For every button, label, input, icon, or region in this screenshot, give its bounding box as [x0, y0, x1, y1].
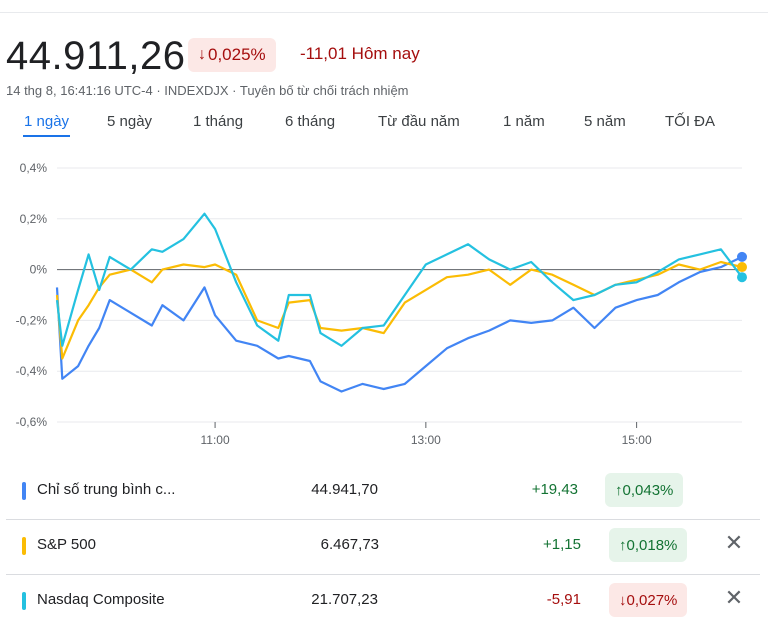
- compare-percent-badge: ↓ 0,027%: [609, 583, 688, 617]
- arrow-down-icon: ↓: [198, 46, 206, 63]
- remove-compare-button[interactable]: ✕: [722, 531, 746, 555]
- compare-name: S&P 500: [37, 536, 96, 553]
- tab-1-day[interactable]: 1 ngày: [22, 113, 71, 137]
- series-end-dot-dow-jones: [737, 251, 747, 262]
- tab-6-months[interactable]: 6 tháng: [285, 113, 335, 130]
- compare-change: +19,43: [531, 481, 578, 498]
- compare-row[interactable]: Nasdaq Composite 21.707,23 -5,91 ↓ 0,027…: [0, 574, 768, 629]
- arrow-down-icon: ↓: [619, 591, 627, 609]
- compare-row[interactable]: S&P 500 6.467,73 +1,15 ↑ 0,018% ✕: [0, 519, 768, 574]
- price-chart[interactable]: 0,4% 0,2% 0% -0,2% -0,4% -0,6% 11:00 13:00 15:00: [0, 150, 768, 455]
- remove-compare-button[interactable]: ✕: [722, 586, 746, 610]
- header-divider: [0, 0, 768, 13]
- compare-percent: 0,018%: [626, 536, 678, 554]
- tab-5-days[interactable]: 5 ngày: [107, 113, 152, 130]
- compare-value: 21.707,23: [311, 591, 378, 608]
- x-tick-label: 13:00: [411, 433, 441, 447]
- range-tabs: 1 ngày 5 ngày 1 tháng 6 tháng Từ đầu năm…: [0, 113, 768, 139]
- compare-name: Nasdaq Composite: [37, 591, 165, 608]
- series-color-bar: [22, 482, 26, 500]
- y-tick-label: -0,4%: [16, 364, 48, 378]
- change-today: -11,01 Hôm nay: [300, 44, 420, 63]
- y-tick-label: 0,4%: [20, 161, 48, 175]
- y-tick-label: 0%: [30, 263, 48, 277]
- y-tick-label: -0,6%: [16, 415, 48, 429]
- tab-max[interactable]: TỐI ĐA: [665, 113, 715, 130]
- x-tick-label: 15:00: [622, 433, 652, 447]
- arrow-up-icon: ↑: [615, 481, 623, 499]
- tab-1-month[interactable]: 1 tháng: [193, 113, 243, 130]
- compare-percent-badge: ↑ 0,043%: [605, 473, 684, 507]
- compare-percent: 0,027%: [626, 591, 678, 609]
- tab-5-years[interactable]: 5 năm: [584, 113, 626, 130]
- series-color-bar: [22, 592, 26, 610]
- compare-change: +1,15: [543, 536, 581, 553]
- compare-percent-badge: ↑ 0,018%: [609, 528, 688, 562]
- tab-ytd[interactable]: Từ đầu năm: [378, 113, 460, 130]
- series-end-dot-sp500: [737, 262, 747, 273]
- compare-percent: 0,043%: [622, 481, 674, 499]
- compare-name: Chỉ số trung bình c...: [37, 481, 176, 498]
- compare-value: 6.467,73: [320, 536, 379, 553]
- change-percent: 0,025%: [208, 45, 266, 64]
- series-end-dot-nasdaq: [737, 272, 747, 283]
- series-color-bar: [22, 537, 26, 555]
- index-price: 44.911,26: [6, 34, 186, 78]
- change-percent-badge: ↓ 0,025%: [188, 38, 276, 72]
- x-tick-label: 11:00: [201, 433, 230, 447]
- compare-row[interactable]: Chỉ số trung bình c... 44.941,70 +19,43 …: [0, 464, 768, 519]
- compare-value: 44.941,70: [311, 481, 378, 498]
- arrow-up-icon: ↑: [619, 536, 627, 554]
- tab-1-year[interactable]: 1 năm: [503, 113, 545, 130]
- quote-meta: 14 thg 8, 16:41:16 UTC-4 · INDEXDJX · Tu…: [6, 83, 409, 98]
- compare-change: -5,91: [546, 591, 581, 608]
- y-tick-label: 0,2%: [20, 212, 48, 226]
- y-tick-label: -0,2%: [16, 313, 48, 327]
